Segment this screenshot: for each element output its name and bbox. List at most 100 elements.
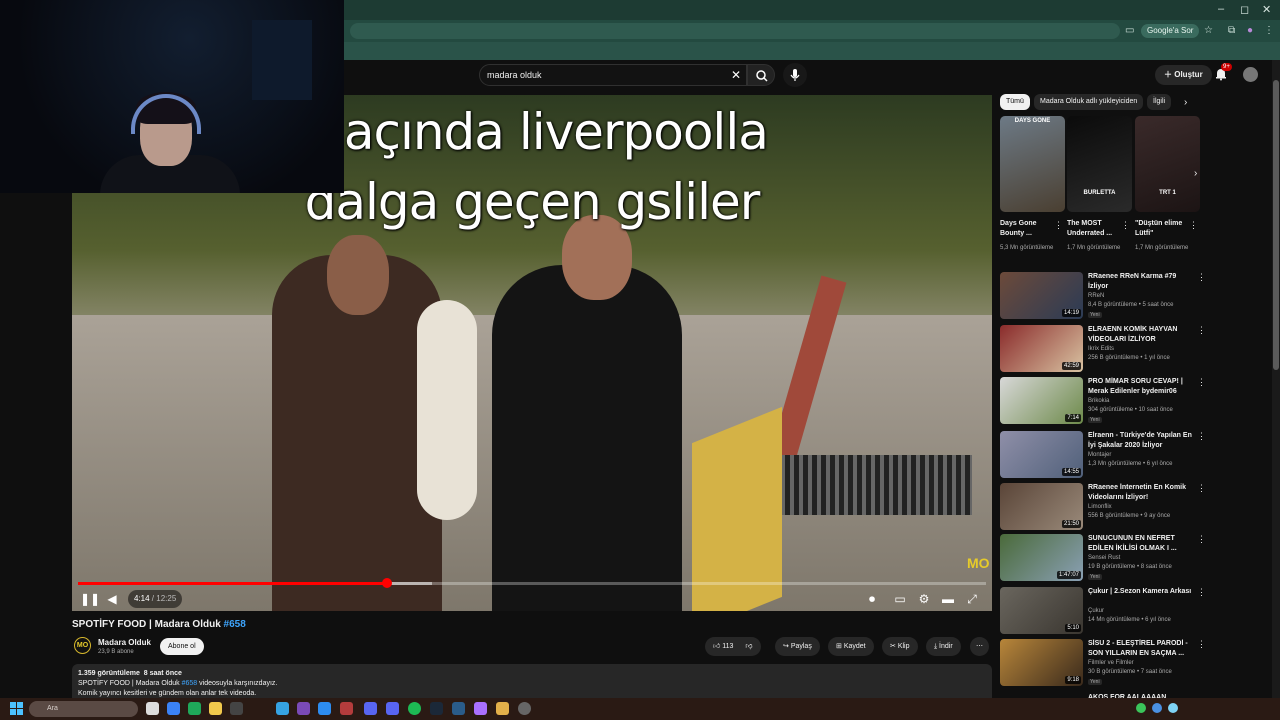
video-title[interactable]: Elraenn - Türkiye'de Yapılan En İyi Şaka… <box>1088 431 1196 451</box>
video-menu-icon[interactable]: ⋮ <box>1197 431 1206 442</box>
fullscreen-icon[interactable]: ⤢ <box>964 591 980 607</box>
subscribe-button[interactable]: Abone ol <box>160 638 204 655</box>
recommended-video[interactable]: 21:50 RRaenee İnternetin En Komik Videola… <box>1000 483 1206 533</box>
channel-avatar[interactable]: MO <box>74 637 91 654</box>
chrome-icon[interactable] <box>167 702 180 715</box>
tray-icon-3[interactable] <box>1168 703 1178 713</box>
shorts-title[interactable]: Days Gone Bounty ... <box>1000 219 1056 239</box>
video-thumbnail[interactable]: 42:59 <box>1000 325 1083 372</box>
download-button[interactable]: ⤓ İndir <box>926 637 961 656</box>
browser-menu-icon[interactable]: ⋮ <box>1264 25 1274 36</box>
recommended-video[interactable]: 1:47:07 SUNUCUNUN EN NEFRET EDİLEN İKİLİS… <box>1000 534 1206 584</box>
twitch-icon[interactable] <box>474 702 487 715</box>
channel-name[interactable]: Ikrix Edits <box>1088 346 1114 352</box>
clear-search-icon[interactable]: ✕ <box>731 68 741 82</box>
shorts-title[interactable]: The MOST Underrated ... <box>1067 219 1123 239</box>
account-avatar[interactable] <box>1243 67 1258 82</box>
video-thumbnail[interactable]: 1:47:07 <box>1000 534 1083 581</box>
obs-icon[interactable] <box>518 702 531 715</box>
cast-icon[interactable]: ▭ <box>1125 25 1134 36</box>
recommended-video[interactable]: 5:10 Çukur | 2.Sezon Kamera Arkası Çukur 14… <box>1000 587 1206 637</box>
task-view-icon[interactable] <box>146 702 159 715</box>
video-menu-icon[interactable]: ⋮ <box>1197 587 1206 598</box>
bluetooth-icon[interactable] <box>1152 703 1162 713</box>
close-window-icon[interactable]: ✕ <box>1262 3 1271 16</box>
spotify-icon[interactable] <box>408 702 421 715</box>
steam-icon[interactable] <box>430 702 443 715</box>
bookmark-star-icon[interactable]: ☆ <box>1204 25 1213 36</box>
app-icon-4[interactable] <box>230 702 243 715</box>
video-title[interactable]: RRaenee İnternetin En Komik Videolarını … <box>1088 483 1196 503</box>
app-icon-6[interactable] <box>297 702 310 715</box>
video-menu-icon[interactable]: ⋮ <box>1197 272 1206 283</box>
video-title[interactable]: RRaenee RReN Karma #79 İzliyor <box>1088 272 1196 292</box>
shorts-thumbnail[interactable]: BURLETTA <box>1067 116 1132 212</box>
channel-name[interactable]: Montajer <box>1088 452 1111 458</box>
video-title[interactable]: SUNUCUNUN EN NEFRET EDİLEN İKİLİSİ OLMAK… <box>1088 534 1196 554</box>
scrollbar-thumb[interactable] <box>1273 80 1279 370</box>
channel-name[interactable]: Çukur <box>1088 608 1104 614</box>
search-button[interactable] <box>747 64 775 86</box>
app-icon-12[interactable] <box>452 702 465 715</box>
like-button[interactable]: 👍︎ 113 <box>713 643 733 650</box>
voice-search-button[interactable] <box>783 63 807 87</box>
video-menu-icon[interactable]: ⋮ <box>1197 639 1206 650</box>
more-actions-button[interactable]: ⋯ <box>970 637 989 656</box>
video-thumbnail[interactable]: 5:10 <box>1000 587 1083 634</box>
video-menu-icon[interactable]: ⋮ <box>1197 377 1206 388</box>
profile-icon[interactable]: ● <box>1247 25 1253 36</box>
video-menu-icon[interactable]: ⋮ <box>1197 325 1206 336</box>
volume-icon[interactable]: ◀ <box>104 591 120 607</box>
app-icon-9[interactable] <box>364 702 377 715</box>
windows-start-icon[interactable] <box>10 702 23 715</box>
shorts-title[interactable]: "Düştün elime Lütfi" <box>1135 219 1191 239</box>
video-title[interactable]: PRO MİMAR SORU CEVAP! | Merak Edilenler … <box>1088 377 1196 397</box>
shorts-thumbnail[interactable]: TRT 1 <box>1135 116 1200 212</box>
search-input[interactable]: madara olduk ✕ <box>479 64 747 86</box>
recommended-video[interactable]: 14:55 Elraenn - Türkiye'de Yapılan En İyi… <box>1000 431 1206 481</box>
save-button[interactable]: ⊞ Kaydet <box>828 637 874 656</box>
episode-hashtag[interactable]: #658 <box>224 619 246 630</box>
chips-next-chevron-icon[interactable]: › <box>1184 97 1187 108</box>
video-thumbnail[interactable]: 21:50 <box>1000 483 1083 530</box>
extensions-icon[interactable]: ⧉ <box>1228 25 1235 36</box>
video-title[interactable]: ELRAENN KOMİK HAYVAN VİDEOLARI İZLİYOR <box>1088 325 1196 345</box>
recommended-video[interactable]: 42:59 ELRAENN KOMİK HAYVAN VİDEOLARI İZLİ… <box>1000 325 1206 375</box>
shorts-next-chevron-icon[interactable]: › <box>1194 168 1197 179</box>
chip-related[interactable]: İlgili <box>1147 94 1172 110</box>
recommended-video[interactable]: 7:14 PRO MİMAR SORU CEVAP! | Merak Edilen… <box>1000 377 1206 427</box>
theater-mode-icon[interactable]: ▬ <box>940 591 956 607</box>
video-thumbnail[interactable]: 9:18 <box>1000 639 1083 686</box>
channel-name[interactable]: Madara Olduk <box>98 638 151 647</box>
video-thumbnail[interactable]: 14:19 <box>1000 272 1083 319</box>
shorts-menu-icon[interactable]: ⋮ <box>1054 220 1063 231</box>
channel-name[interactable]: Sensei Rust <box>1088 555 1120 561</box>
address-bar[interactable] <box>350 23 1120 39</box>
google-sor-button[interactable]: Google'a Sor <box>1141 24 1200 38</box>
app-icon-5[interactable] <box>276 702 289 715</box>
app-icon-7[interactable] <box>318 702 331 715</box>
pause-icon[interactable]: ❚❚ <box>80 591 100 607</box>
shorts-menu-icon[interactable]: ⋮ <box>1189 220 1198 231</box>
chip-all[interactable]: Tümü <box>1000 94 1030 110</box>
channel-name[interactable]: Filmler ve Filmler <box>1088 660 1134 666</box>
app-icon-2[interactable] <box>188 702 201 715</box>
recommended-video[interactable]: 14:19 RRaenee RReN Karma #79 İzliyor RReN 8… <box>1000 272 1206 322</box>
settings-gear-icon[interactable]: ⚙ <box>916 591 932 607</box>
video-menu-icon[interactable]: ⋮ <box>1197 483 1206 494</box>
shorts-menu-icon[interactable]: ⋮ <box>1121 220 1130 231</box>
dislike-button[interactable]: 👎︎ <box>745 643 752 650</box>
video-thumbnail[interactable]: 14:55 <box>1000 431 1083 478</box>
active-browser-icon[interactable] <box>496 702 509 715</box>
taskbar-search[interactable]: Ara <box>29 701 138 717</box>
video-menu-icon[interactable]: ⋮ <box>1197 534 1206 545</box>
minimize-icon[interactable]: – <box>1218 3 1224 15</box>
shorts-thumbnail[interactable]: DAYS GONE <box>1000 116 1065 212</box>
channel-name[interactable]: Brikokia <box>1088 398 1109 404</box>
subtitles-icon[interactable]: ▭ <box>892 591 908 607</box>
file-explorer-icon[interactable] <box>209 702 222 715</box>
discord-icon[interactable] <box>386 702 399 715</box>
channel-name[interactable]: Limonflix <box>1088 504 1112 510</box>
autoplay-toggle-icon[interactable]: ⏺ <box>864 591 880 607</box>
video-thumbnail[interactable]: 7:14 <box>1000 377 1083 424</box>
